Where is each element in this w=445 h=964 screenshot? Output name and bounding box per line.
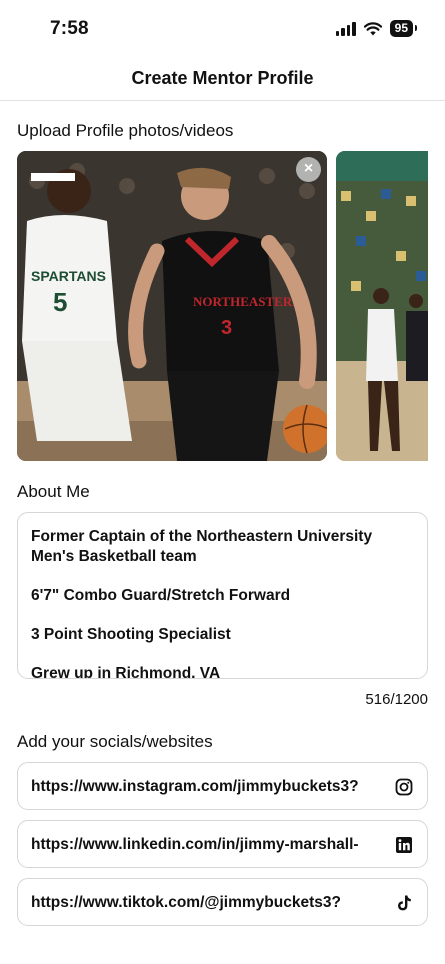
cellular-signal-icon (335, 21, 356, 36)
about-line: 3 Point Shooting Specialist (31, 626, 231, 643)
about-line: Former Captain of the Northeastern Unive… (31, 528, 373, 565)
photos-section-label: Upload Profile photos/videos (17, 121, 234, 140)
profile-photo-2[interactable] (336, 151, 428, 461)
status-icons: 95 (335, 20, 418, 37)
status-bar: 7:58 95 (0, 0, 445, 58)
about-me-textarea[interactable]: Former Captain of the Northeastern Unive… (17, 512, 428, 679)
socials-section-label: Add your socials/websites (17, 732, 213, 751)
profile-photo-1[interactable]: SPARTANS 5 NORTHEASTERN 3 × (17, 151, 327, 461)
remove-photo-button[interactable]: × (296, 157, 321, 182)
about-line: 6'7" Combo Guard/Stretch Forward (31, 587, 291, 604)
tiktok-url-value: https://www.tiktok.com/@jimmybuckets3? (31, 894, 341, 911)
character-counter: 516/1200 (365, 691, 428, 708)
battery-icon: 95 (389, 20, 418, 37)
header: Create Mentor Profile (0, 58, 445, 101)
basketball-photo-2-image (336, 151, 428, 461)
basketball-photo-image: SPARTANS 5 NORTHEASTERN 3 (17, 151, 327, 461)
instagram-url-field[interactable]: https://www.instagram.com/jimmybuckets3? (17, 762, 428, 810)
svg-text:NORTHEASTERN: NORTHEASTERN (193, 294, 302, 309)
linkedin-url-value: https://www.linkedin.com/in/jimmy-marsha… (31, 836, 359, 853)
photo-carousel[interactable]: SPARTANS 5 NORTHEASTERN 3 × (17, 151, 428, 461)
page-title: Create Mentor Profile (131, 68, 314, 88)
about-line: Grew up in Richmond, VA (31, 665, 221, 679)
svg-text:3: 3 (221, 317, 232, 339)
linkedin-icon (396, 837, 412, 853)
svg-text:5: 5 (53, 287, 67, 317)
linkedin-url-field[interactable]: https://www.linkedin.com/in/jimmy-marsha… (17, 820, 428, 868)
about-section-label: About Me (17, 482, 90, 501)
wifi-icon (363, 21, 382, 35)
tiktok-icon (398, 895, 411, 911)
status-time: 7:58 (50, 18, 89, 39)
instagram-url-value: https://www.instagram.com/jimmybuckets3? (31, 778, 359, 795)
instagram-icon (395, 778, 413, 796)
svg-text:SPARTANS: SPARTANS (31, 268, 106, 284)
tiktok-url-field[interactable]: https://www.tiktok.com/@jimmybuckets3? (17, 878, 428, 926)
